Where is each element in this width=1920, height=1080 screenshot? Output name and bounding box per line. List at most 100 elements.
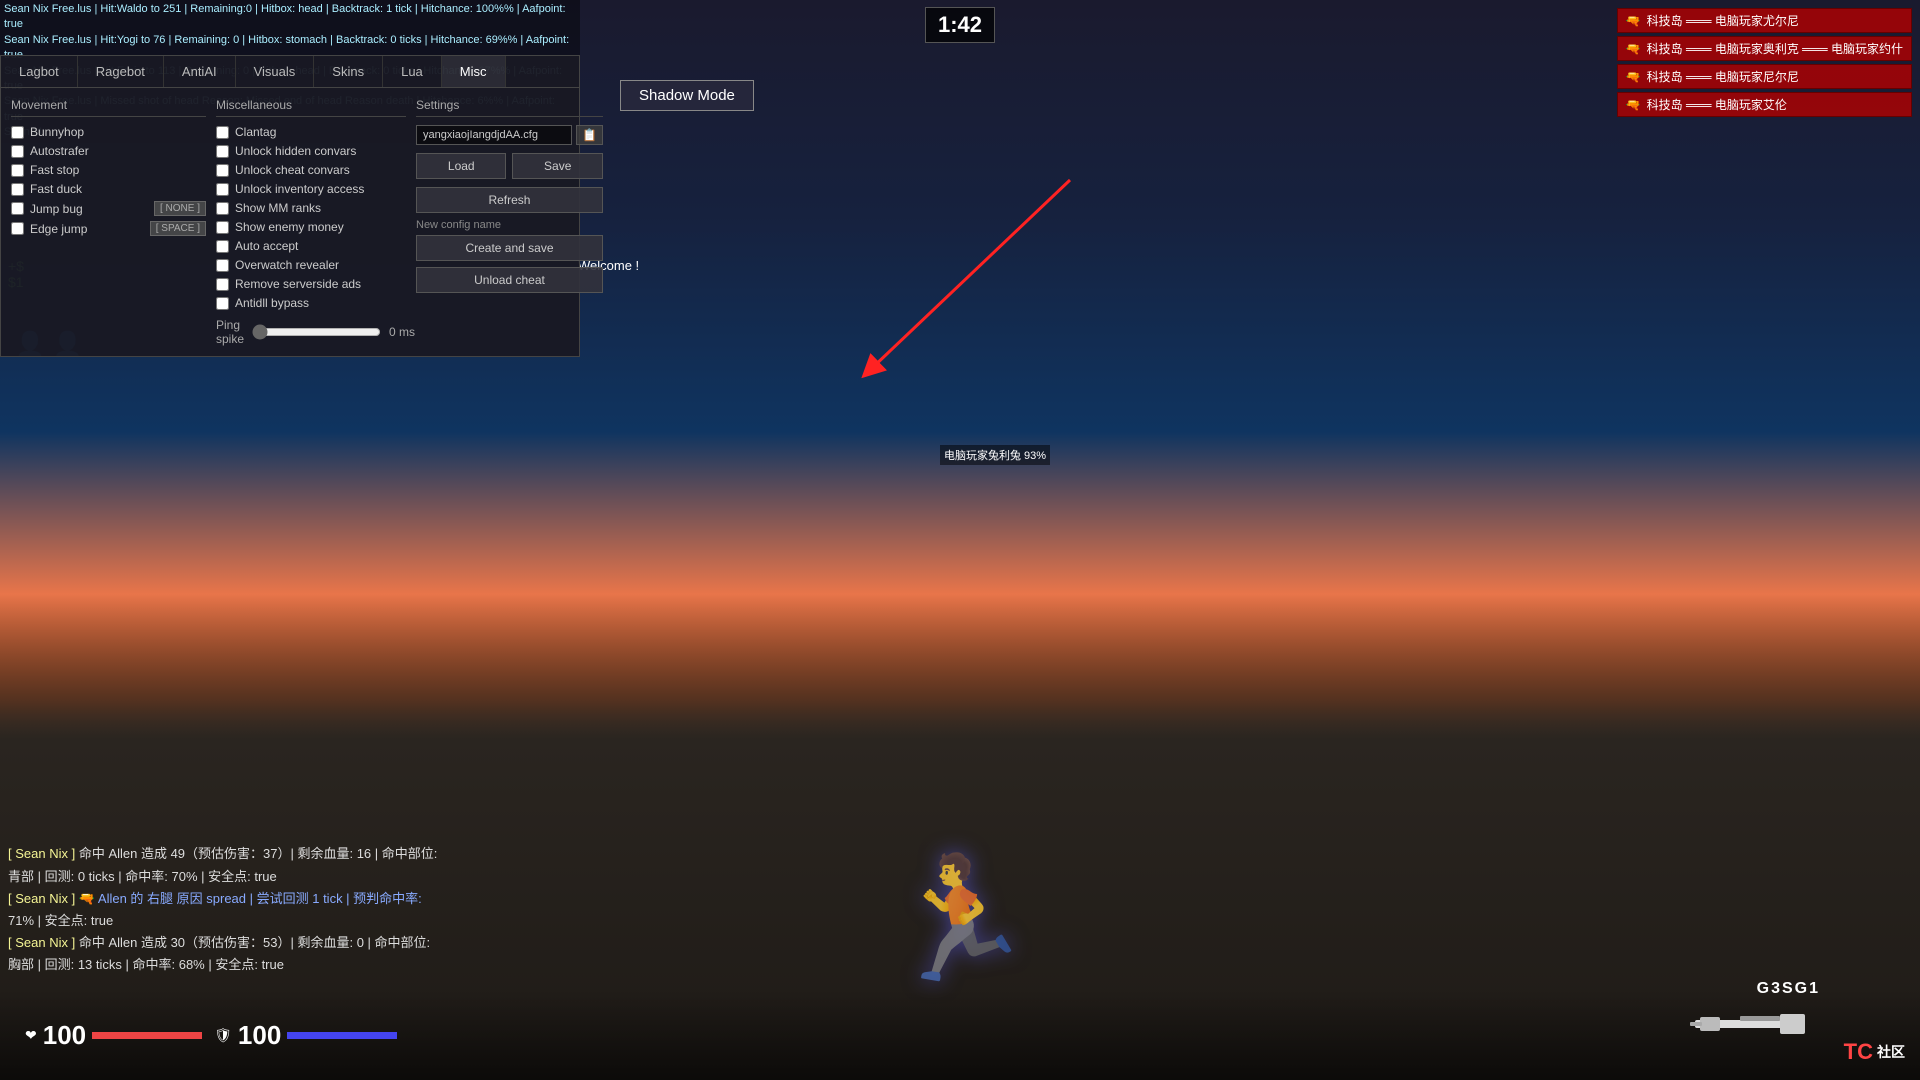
unlock-hidden-row[interactable]: Unlock hidden convars	[216, 144, 406, 158]
edge-jump-keybind[interactable]: [ SPACE ]	[150, 221, 206, 236]
gun-icon-4: 🔫	[1626, 98, 1641, 112]
auto-accept-row[interactable]: Auto accept	[216, 239, 406, 253]
load-save-row: Load Save	[416, 153, 603, 179]
unlock-cheat-label[interactable]: Unlock cheat convars	[235, 163, 406, 177]
edge-jump-checkbox[interactable]	[11, 222, 24, 235]
unlock-hidden-label[interactable]: Unlock hidden convars	[235, 144, 406, 158]
tab-misc[interactable]: Misc	[442, 56, 506, 87]
team-label-1: 科技岛 ═══ 电脑玩家尤尔尼	[1647, 12, 1799, 29]
config-copy-button[interactable]: 📋	[576, 125, 603, 145]
movement-title: Movement	[11, 98, 206, 117]
autostrafer-checkbox[interactable]	[11, 145, 24, 158]
kill-feed: [ Sean Nix ] 命中 Allen 造成 49（预估伤害：37）| 剩余…	[0, 839, 445, 980]
unlock-cheat-row[interactable]: Unlock cheat convars	[216, 163, 406, 177]
autostrafer-label[interactable]: Autostrafer	[30, 144, 206, 158]
bunnyhop-row[interactable]: Bunnyhop	[11, 125, 206, 139]
overwatch-label[interactable]: Overwatch revealer	[235, 258, 406, 272]
overwatch-checkbox[interactable]	[216, 259, 229, 272]
fast-stop-row[interactable]: Fast stop	[11, 163, 206, 177]
bottom-hud: ❤ 100 🛡 100	[0, 990, 1920, 1080]
config-input-row: 📋	[416, 125, 603, 145]
jump-bug-row[interactable]: Jump bug [ NONE ]	[11, 201, 206, 216]
bunnyhop-checkbox[interactable]	[11, 126, 24, 139]
jump-bug-label[interactable]: Jump bug	[30, 202, 148, 216]
kill-line-2b: 71% | 安全点: true	[8, 910, 437, 932]
health-group: ❤ 100	[25, 1020, 202, 1051]
team-entry-4: 🔫 科技岛 ═══ 电脑玩家艾伦	[1617, 92, 1912, 117]
health-icon: ❤	[25, 1027, 37, 1044]
ping-slider[interactable]	[252, 324, 381, 340]
shadow-mode-button[interactable]: Shadow Mode	[620, 80, 754, 111]
new-config-label: New config name	[416, 219, 603, 231]
settings-column: Settings 📋 Load Save Refresh New config …	[416, 98, 603, 346]
team-entry-3: 🔫 科技岛 ═══ 电脑玩家尼尔尼	[1617, 64, 1912, 89]
character-model: 🏃	[885, 850, 1034, 990]
remove-ads-checkbox[interactable]	[216, 278, 229, 291]
unlock-cheat-checkbox[interactable]	[216, 164, 229, 177]
unlock-hidden-checkbox[interactable]	[216, 145, 229, 158]
refresh-button[interactable]: Refresh	[416, 187, 603, 213]
jump-bug-keybind[interactable]: [ NONE ]	[154, 201, 206, 216]
auto-accept-label[interactable]: Auto accept	[235, 239, 406, 253]
edge-jump-row[interactable]: Edge jump [ SPACE ]	[11, 221, 206, 236]
show-mm-row[interactable]: Show MM ranks	[216, 201, 406, 215]
kill-line-1: [ Sean Nix ] 命中 Allen 造成 49（预估伤害：37）| 剩余…	[8, 843, 437, 865]
clantag-label[interactable]: Clantag	[235, 125, 406, 139]
show-enemy-money-checkbox[interactable]	[216, 221, 229, 234]
unlock-inventory-label[interactable]: Unlock inventory access	[235, 182, 406, 196]
unlock-inventory-row[interactable]: Unlock inventory access	[216, 182, 406, 196]
bunnyhop-label[interactable]: Bunnyhop	[30, 125, 206, 139]
settings-title: Settings	[416, 98, 603, 117]
create-save-button[interactable]: Create and save	[416, 235, 603, 261]
remove-ads-label[interactable]: Remove serverside ads	[235, 277, 406, 291]
antidll-row[interactable]: Antidll bypass	[216, 296, 406, 310]
unlock-inventory-checkbox[interactable]	[216, 183, 229, 196]
fast-duck-checkbox[interactable]	[11, 183, 24, 196]
antidll-checkbox[interactable]	[216, 297, 229, 310]
tab-ragebot[interactable]: Ragebot	[78, 56, 164, 87]
team-label-4: 科技岛 ═══ 电脑玩家艾伦	[1647, 96, 1787, 113]
tab-antiai[interactable]: AntiAI	[164, 56, 236, 87]
show-mm-label[interactable]: Show MM ranks	[235, 201, 406, 215]
show-enemy-money-label[interactable]: Show enemy money	[235, 220, 406, 234]
auto-accept-checkbox[interactable]	[216, 240, 229, 253]
gun-icon-2: 🔫	[1626, 42, 1641, 56]
movement-column: Movement Bunnyhop Autostrafer Fast stop …	[11, 98, 206, 346]
tab-lagbot[interactable]: Lagbot	[1, 56, 78, 87]
fast-duck-row[interactable]: Fast duck	[11, 182, 206, 196]
menu-tab-bar: Lagbot Ragebot AntiAI Visuals Skins Lua …	[1, 56, 579, 88]
load-button[interactable]: Load	[416, 153, 506, 179]
armor-group: 🛡 100	[214, 1020, 397, 1051]
clantag-row[interactable]: Clantag	[216, 125, 406, 139]
save-button[interactable]: Save	[512, 153, 602, 179]
team-list: 🔫 科技岛 ═══ 电脑玩家尤尔尼 🔫 科技岛 ═══ 电脑玩家奥利克 ═══ …	[1617, 8, 1912, 117]
gun-icon: 🔫	[1626, 14, 1641, 28]
tab-visuals[interactable]: Visuals	[236, 56, 315, 87]
team-label-3: 科技岛 ═══ 电脑玩家尼尔尼	[1647, 68, 1799, 85]
fast-duck-label[interactable]: Fast duck	[30, 182, 206, 196]
unload-cheat-button[interactable]: Unload cheat	[416, 267, 603, 293]
team-entry-2: 🔫 科技岛 ═══ 电脑玩家奥利克 ═══ 电脑玩家约什	[1617, 36, 1912, 61]
arrow-indicator	[790, 170, 1090, 423]
fast-stop-label[interactable]: Fast stop	[30, 163, 206, 177]
health-value: 100	[43, 1020, 86, 1051]
tab-lua[interactable]: Lua	[383, 56, 442, 87]
antidll-label[interactable]: Antidll bypass	[235, 296, 406, 310]
team-entry-1: 🔫 科技岛 ═══ 电脑玩家尤尔尼	[1617, 8, 1912, 33]
team-label-2: 科技岛 ═══ 电脑玩家奥利克 ═══ 电脑玩家约什	[1647, 40, 1903, 57]
remove-ads-row[interactable]: Remove serverside ads	[216, 277, 406, 291]
fast-stop-checkbox[interactable]	[11, 164, 24, 177]
misc-title: Miscellaneous	[216, 98, 406, 117]
jump-bug-checkbox[interactable]	[11, 202, 24, 215]
clantag-checkbox[interactable]	[216, 126, 229, 139]
tab-skins[interactable]: Skins	[314, 56, 383, 87]
edge-jump-label[interactable]: Edge jump	[30, 222, 144, 236]
show-mm-checkbox[interactable]	[216, 202, 229, 215]
autostrafer-row[interactable]: Autostrafer	[11, 144, 206, 158]
gun-icon-3: 🔫	[1626, 70, 1641, 84]
show-enemy-money-row[interactable]: Show enemy money	[216, 220, 406, 234]
ping-label: Ping spike	[216, 318, 244, 346]
overwatch-row[interactable]: Overwatch revealer	[216, 258, 406, 272]
kill-line-2: [ Sean Nix ] 🔫 Allen 的 右腿 原因 spread | 尝试…	[8, 888, 437, 910]
config-filename-input[interactable]	[416, 125, 572, 145]
